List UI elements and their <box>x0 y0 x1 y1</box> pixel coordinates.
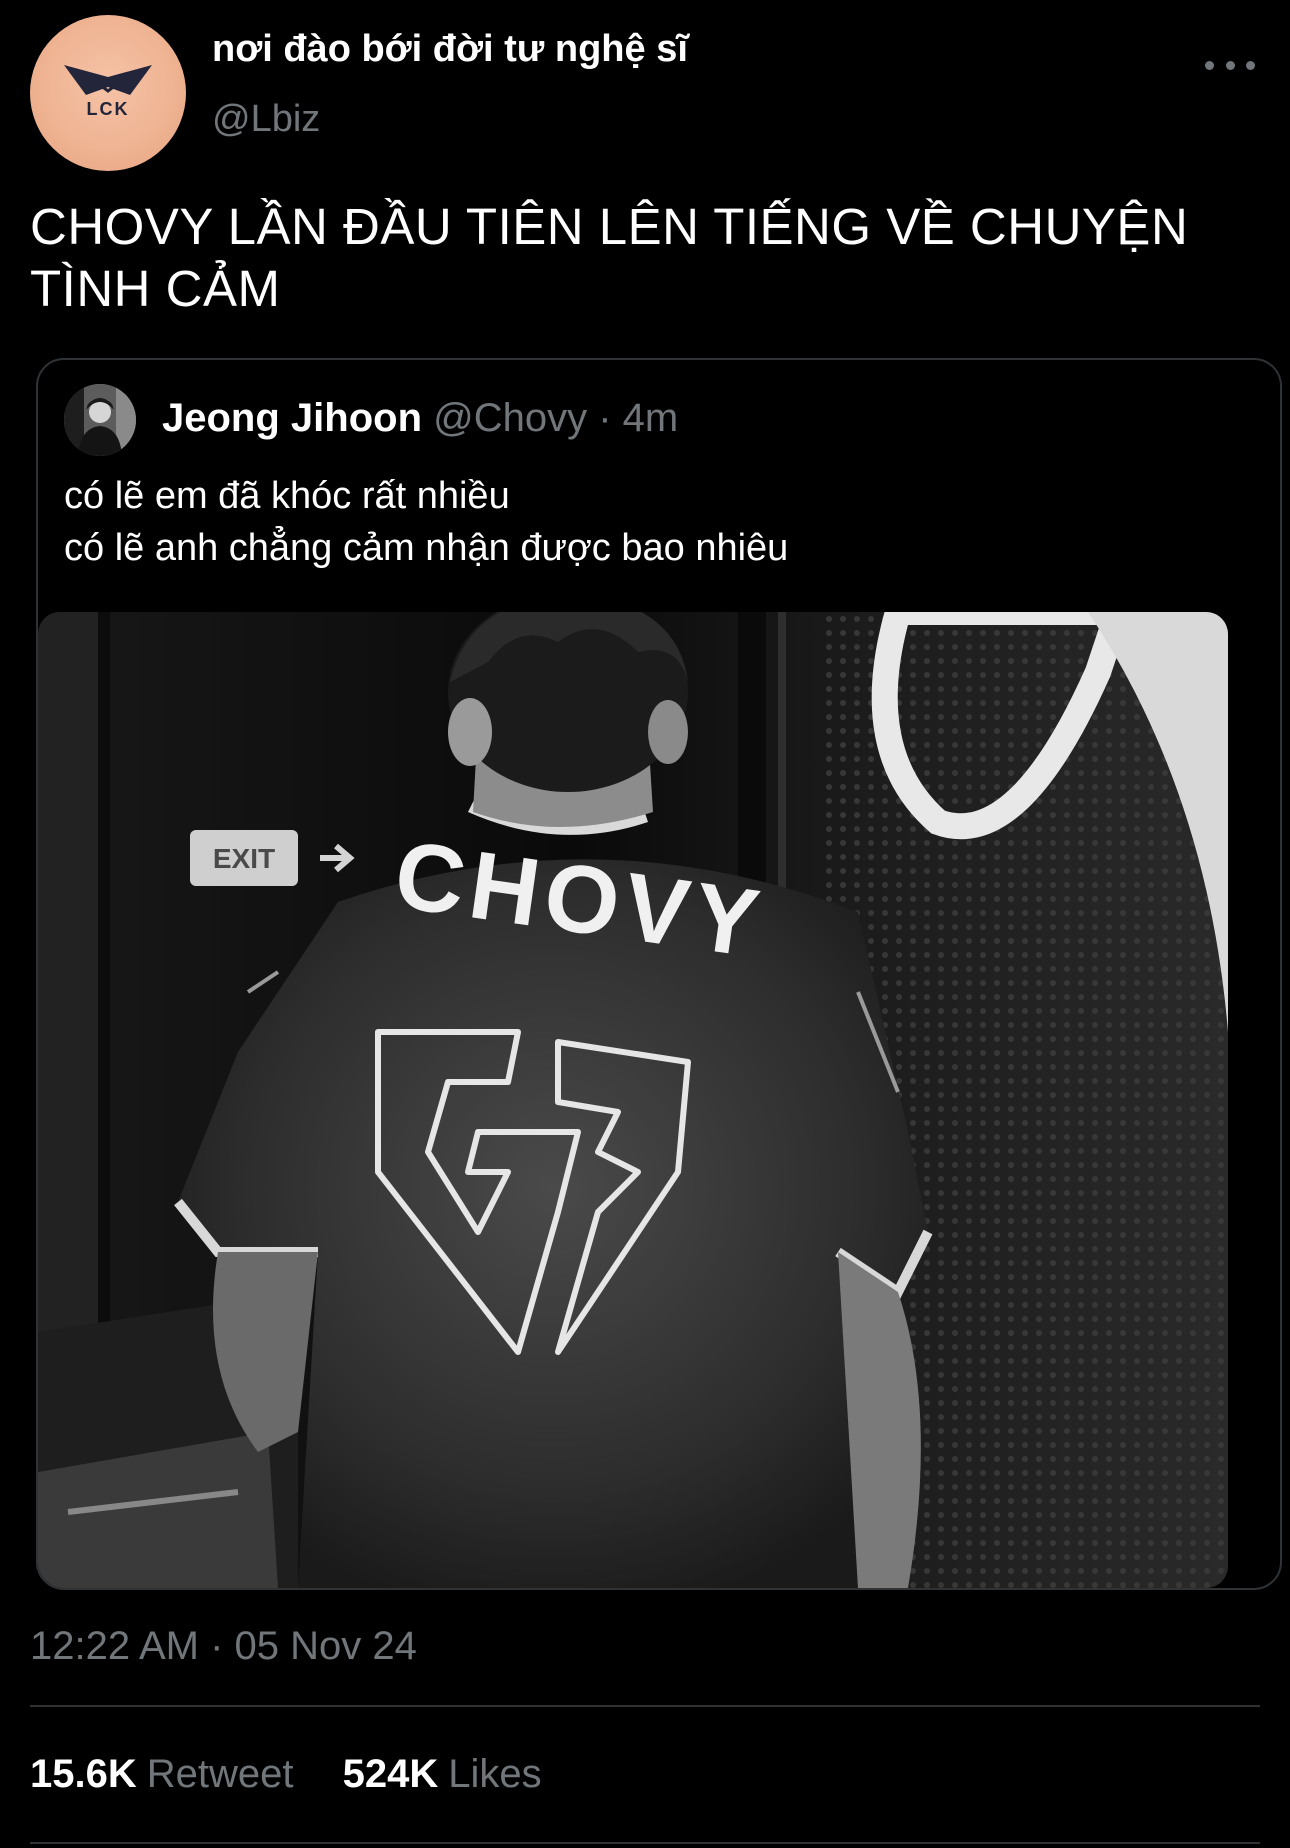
likes-label: Likes <box>448 1752 542 1796</box>
divider <box>30 1842 1260 1844</box>
more-horizontal-icon <box>1225 60 1235 70</box>
author-handle[interactable]: @Lbiz <box>212 98 320 141</box>
author-avatar[interactable]: LCK <box>30 15 186 171</box>
quoted-tweet-text: có lẽ em đã khóc rất nhiều có lẽ anh chẳ… <box>64 470 1244 574</box>
likes-stat[interactable]: 524K Likes <box>343 1752 542 1797</box>
more-horizontal-icon <box>1205 60 1214 70</box>
tweet-text: CHOVY LẦN ĐẦU TIÊN LÊN TIẾNG VỀ CHUYỆN T… <box>30 196 1260 320</box>
divider <box>30 1705 1260 1707</box>
quoted-text-line: có lẽ anh chẳng cảm nhận được bao nhiêu <box>64 527 789 569</box>
exit-sign-text: EXIT <box>213 843 275 874</box>
quoted-tweet-header: Jeong Jihoon @Chovy · 4m <box>162 396 678 441</box>
retweets-label: Retweet <box>146 1752 294 1796</box>
tweet-detail: LCK nơi đào bới đời tư nghệ sĩ @Lbiz CHO… <box>0 0 1290 1848</box>
meta-separator: · <box>587 396 623 440</box>
retweets-count: 15.6K <box>30 1752 137 1796</box>
quoted-tweet-image[interactable]: EXIT CHOVY <box>38 612 1228 1588</box>
tweet-text-line: TÌNH CẢM <box>30 260 281 317</box>
lck-logo-icon: LCK <box>64 65 152 119</box>
lck-logo-text: LCK <box>87 99 130 119</box>
retweets-stat[interactable]: 15.6K Retweet <box>30 1752 294 1797</box>
quoted-author-handle[interactable]: @Chovy <box>433 396 587 440</box>
person-silhouette-icon <box>64 384 136 456</box>
quoted-author-name[interactable]: Jeong Jihoon <box>162 396 422 440</box>
likes-count: 524K <box>342 1752 439 1796</box>
tweet-stats: 15.6K Retweet 524K Likes <box>30 1752 580 1797</box>
quoted-text-line: có lẽ em đã khóc rất nhiều <box>64 475 510 517</box>
quoted-tweet-time[interactable]: 4m <box>623 396 679 440</box>
quoted-author-avatar[interactable] <box>64 384 136 456</box>
author-display-name[interactable]: nơi đào bới đời tư nghệ sĩ <box>212 28 688 71</box>
tweet-timestamp[interactable]: 12:22 AM · 05 Nov 24 <box>30 1624 417 1669</box>
tweet-text-line: CHOVY LẦN ĐẦU TIÊN LÊN TIẾNG VỀ CHUYỆN <box>30 198 1189 255</box>
more-options-button[interactable] <box>1205 50 1255 80</box>
quoted-tweet[interactable]: Jeong Jihoon @Chovy · 4m có lẽ em đã khó… <box>36 358 1282 1590</box>
more-horizontal-icon <box>1246 60 1255 70</box>
photo-chovy-jersey: EXIT CHOVY <box>38 612 1228 1588</box>
